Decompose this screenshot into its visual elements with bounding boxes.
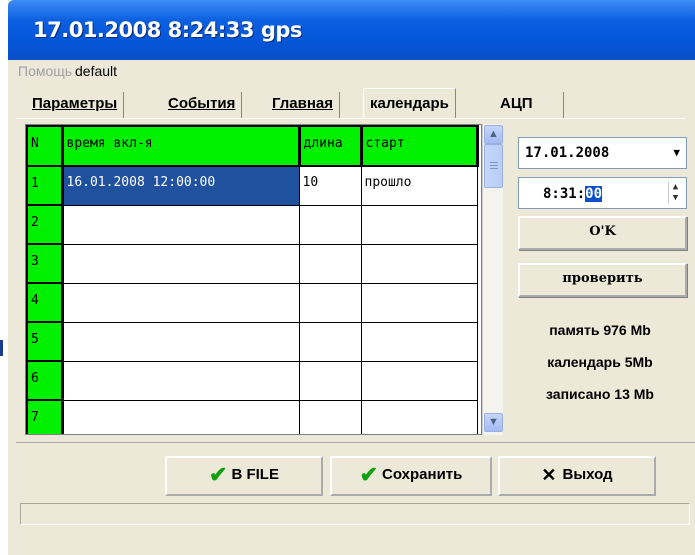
cell-length[interactable] bbox=[298, 204, 362, 245]
grid-scrollbar[interactable]: ▲ ▼ bbox=[482, 124, 503, 435]
tab-calendar[interactable]: календарь bbox=[363, 88, 456, 119]
cell-time[interactable] bbox=[61, 321, 300, 362]
cell-length[interactable]: 10 bbox=[298, 165, 362, 206]
cell-time[interactable]: 16.01.2008 12:00:00 bbox=[61, 165, 300, 206]
table-row[interactable]: 6 bbox=[26, 360, 478, 401]
grid-header-row: N время вкл-я длина старт bbox=[26, 125, 479, 167]
cell-time[interactable] bbox=[61, 360, 300, 401]
header-time: время вкл-я bbox=[61, 125, 301, 167]
exit-label: Выход bbox=[562, 466, 613, 483]
ok-button[interactable]: O'K bbox=[518, 216, 687, 250]
row-num: 7 bbox=[26, 399, 64, 434]
table-row[interactable]: 4 bbox=[26, 282, 478, 323]
cell-time[interactable] bbox=[61, 243, 300, 284]
memory-info: память 976 Mb bbox=[549, 322, 651, 338]
save-label: Сохранить bbox=[382, 466, 463, 483]
tab-main[interactable]: Главная bbox=[266, 92, 341, 118]
save-button[interactable]: ✔ Сохранить bbox=[330, 456, 492, 496]
side-panel: 17.01.2008 ▼ 8:31:00 ▲ ▼ O'K проверить па… bbox=[510, 124, 690, 424]
status-bar bbox=[20, 503, 690, 525]
cell-start[interactable] bbox=[360, 321, 478, 362]
row-num: 2 bbox=[26, 204, 64, 245]
menu-bar: Помощь default bbox=[8, 60, 695, 84]
menu-help[interactable]: Помощь bbox=[18, 63, 72, 79]
check-button[interactable]: проверить bbox=[518, 263, 687, 297]
cell-length[interactable] bbox=[298, 360, 362, 401]
cell-start[interactable] bbox=[360, 204, 478, 245]
row-num: 3 bbox=[26, 243, 64, 284]
cell-length[interactable] bbox=[298, 399, 362, 434]
to-file-button[interactable]: ✔ В FILE bbox=[165, 456, 323, 496]
app-window: 17.01.2008 8:24:33 gps Помощь default Па… bbox=[8, 0, 695, 555]
cell-start[interactable] bbox=[360, 243, 478, 284]
close-icon: ✕ bbox=[541, 465, 557, 486]
menu-default[interactable]: default bbox=[75, 63, 117, 79]
calendar-size-info: календарь 5Mb bbox=[547, 354, 653, 370]
tab-strip: Параметры События Главная календарь АЦП bbox=[16, 88, 576, 119]
bottom-divider bbox=[16, 442, 695, 443]
time-spinner-icon[interactable]: ▲ ▼ bbox=[668, 182, 682, 204]
cell-length[interactable] bbox=[298, 321, 362, 362]
exit-button[interactable]: ✕ Выход bbox=[498, 456, 656, 496]
date-value: 17.01.2008 bbox=[525, 145, 610, 161]
row-num: 5 bbox=[26, 321, 64, 362]
date-picker[interactable]: 17.01.2008 ▼ bbox=[518, 137, 687, 169]
title-bar[interactable]: 17.01.2008 8:24:33 gps bbox=[8, 0, 695, 60]
written-info: записано 13 Mb bbox=[546, 386, 654, 402]
header-start: старт bbox=[360, 125, 479, 167]
tab-parameters[interactable]: Параметры bbox=[26, 92, 125, 118]
scroll-down-icon[interactable]: ▼ bbox=[484, 413, 503, 432]
tab-events[interactable]: События bbox=[162, 92, 243, 118]
time-picker[interactable]: 8:31:00 ▲ ▼ bbox=[518, 177, 687, 209]
time-seconds-selected: 00 bbox=[585, 186, 603, 202]
chevron-down-icon[interactable]: ▼ bbox=[673, 146, 680, 159]
checkmark-icon: ✔ bbox=[209, 462, 228, 488]
window-title: 17.01.2008 8:24:33 gps bbox=[33, 18, 302, 42]
table-row[interactable]: 7 bbox=[26, 399, 478, 434]
scroll-thumb[interactable] bbox=[484, 144, 503, 188]
to-file-label: В FILE bbox=[231, 466, 279, 483]
cell-start[interactable] bbox=[360, 360, 478, 401]
header-num: N bbox=[26, 125, 64, 167]
tab-divider bbox=[16, 118, 686, 119]
header-length: длина bbox=[298, 125, 363, 167]
cell-time[interactable] bbox=[61, 399, 300, 434]
table-row[interactable]: 3 bbox=[26, 243, 478, 284]
cell-length[interactable] bbox=[298, 243, 362, 284]
cell-length[interactable] bbox=[298, 282, 362, 323]
cell-time[interactable] bbox=[61, 204, 300, 245]
cell-start[interactable] bbox=[360, 399, 478, 434]
tab-adc[interactable]: АЦП bbox=[494, 92, 564, 118]
table-row[interactable]: 1 16.01.2008 12:00:00 10 прошло bbox=[26, 165, 478, 206]
checkmark-icon: ✔ bbox=[359, 462, 379, 488]
left-edge-mark bbox=[0, 340, 3, 356]
table-row[interactable]: 5 bbox=[26, 321, 478, 362]
cell-time[interactable] bbox=[61, 282, 300, 323]
calendar-grid[interactable]: N время вкл-я длина старт 1 16.01.2008 1… bbox=[25, 124, 482, 435]
row-num: 1 bbox=[26, 165, 64, 206]
cell-start[interactable]: прошло bbox=[360, 165, 478, 206]
scroll-up-icon[interactable]: ▲ bbox=[484, 125, 503, 144]
row-num: 4 bbox=[26, 282, 64, 323]
time-value: 8:31:00 bbox=[543, 186, 603, 202]
row-num: 6 bbox=[26, 360, 64, 401]
cell-start[interactable] bbox=[360, 282, 478, 323]
table-row[interactable]: 2 bbox=[26, 204, 478, 245]
